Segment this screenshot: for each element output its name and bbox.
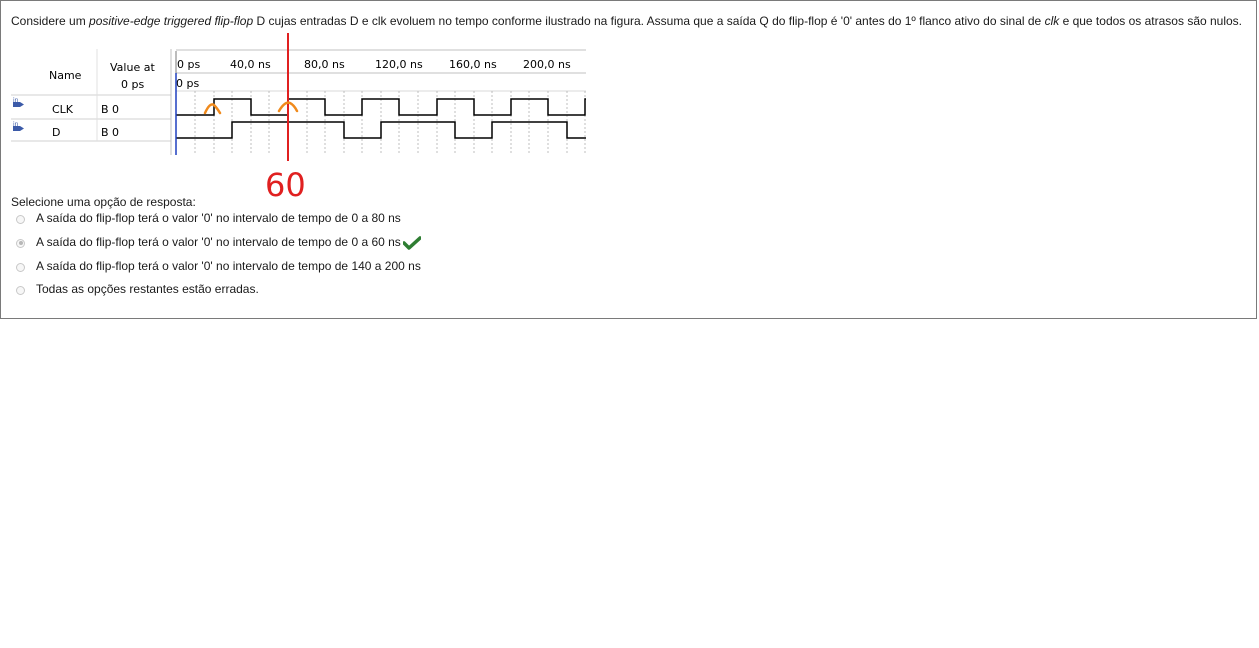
time-label: 0 ps — [177, 58, 200, 71]
column-header-value: Value at — [110, 61, 155, 74]
question-text: Considere um positive-edge triggered fli… — [11, 14, 1246, 28]
time-label: 40,0 ns — [230, 58, 271, 71]
question-emphasis: positive-edge triggered flip-flop — [89, 14, 254, 28]
question-emphasis: clk — [1044, 14, 1060, 28]
radio-button[interactable] — [16, 285, 25, 295]
time-label: 80,0 ns — [304, 58, 345, 71]
answer-prompt: Selecione uma opção de resposta: — [11, 195, 196, 209]
option-label: A saída do flip-flop terá o valor '0' no… — [36, 211, 401, 225]
d-waveform — [176, 121, 586, 139]
signal-row[interactable]: in CLK B 0 — [13, 97, 119, 116]
question-box: Considere um positive-edge triggered fli… — [0, 0, 1257, 319]
signal-row[interactable]: in D B 0 — [13, 121, 119, 139]
column-header-value-time: 0 ps — [121, 78, 144, 91]
option-label: A saída do flip-flop terá o valor '0' no… — [36, 259, 421, 273]
radio-button[interactable] — [16, 214, 25, 224]
waveform-figure: Name Value at 0 ps in CLK B 0 in D B 0 0… — [11, 49, 586, 155]
radio-button[interactable] — [16, 238, 25, 248]
answer-option[interactable]: A saída do flip-flop terá o valor '0' no… — [16, 209, 401, 227]
cursor-time-label: 0 ps — [176, 77, 199, 90]
question-text-part: e que todos os atrasos são nulos. — [1059, 14, 1243, 28]
input-pin-icon — [20, 102, 24, 107]
signal-value: B 0 — [101, 103, 119, 116]
time-label: 160,0 ns — [449, 58, 497, 71]
time-label: 120,0 ns — [375, 58, 423, 71]
answer-option[interactable]: A saída do flip-flop terá o valor '0' no… — [16, 233, 422, 253]
input-pin-icon — [20, 126, 24, 131]
check-icon — [402, 235, 422, 253]
answer-option[interactable]: Todas as opções restantes estão erradas. — [16, 280, 259, 298]
signal-name: CLK — [52, 103, 74, 116]
time-grid — [194, 91, 586, 155]
question-text-part: D cujas entradas D e clk evoluem no temp… — [253, 14, 1045, 28]
input-badge: in — [13, 121, 19, 128]
time-label: 200,0 ns — [523, 58, 571, 71]
answer-option[interactable]: A saída do flip-flop terá o valor '0' no… — [16, 257, 421, 275]
handwritten-60: 60 — [265, 166, 306, 204]
option-label: Todas as opções restantes estão erradas. — [36, 282, 259, 296]
question-text-part: Considere um — [11, 14, 90, 28]
signal-value: B 0 — [101, 126, 119, 139]
signal-name: D — [52, 126, 60, 139]
option-label: A saída do flip-flop terá o valor '0' no… — [36, 235, 401, 249]
radio-button[interactable] — [16, 262, 25, 272]
column-header-name: Name — [49, 69, 82, 82]
input-badge: in — [13, 97, 19, 104]
